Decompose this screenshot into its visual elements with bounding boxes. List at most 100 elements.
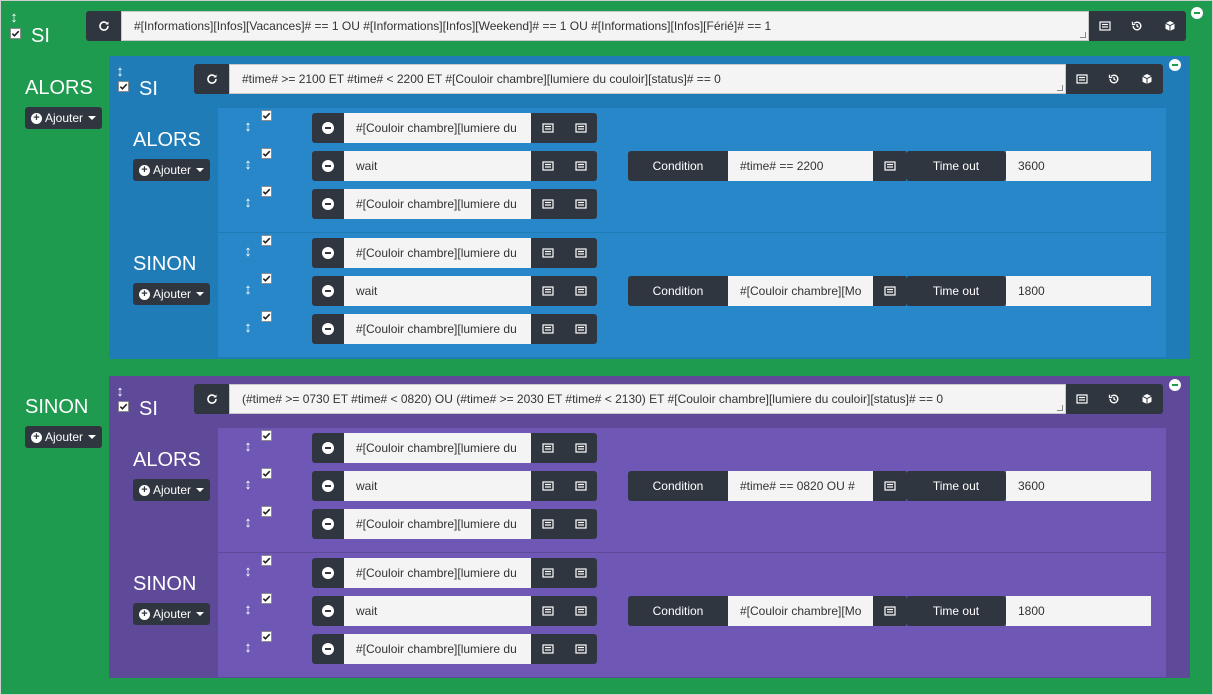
resize-handle[interactable] — [1080, 32, 1086, 38]
sort-icon[interactable]: ↕ — [243, 157, 253, 173]
timeout-input[interactable]: 3600 — [1006, 471, 1151, 501]
timeout-input[interactable]: 3600 — [1006, 151, 1151, 181]
wait-condition-button[interactable] — [873, 151, 906, 181]
enable-checkbox[interactable] — [261, 631, 272, 642]
sort-icon[interactable]: ↕ — [243, 195, 253, 211]
enable-checkbox[interactable] — [261, 555, 272, 566]
action-input[interactable]: #[Couloir chambre][lumiere du — [344, 433, 531, 463]
action-list-button[interactable] — [531, 509, 564, 539]
resize-handle[interactable] — [1057, 405, 1063, 411]
sort-icon[interactable]: ↕ — [115, 64, 125, 80]
add-button[interactable]: + Ajouter — [133, 283, 211, 305]
wait-condition-button[interactable] — [873, 276, 906, 306]
condition-input[interactable]: (#time# >= 0730 ET #time# < 0820) OU (#t… — [229, 384, 1066, 414]
action-list-button[interactable] — [531, 596, 564, 626]
sort-icon[interactable]: ↕ — [243, 244, 253, 260]
enable-checkbox[interactable] — [118, 81, 129, 92]
wait-condition-button[interactable] — [873, 471, 906, 501]
add-button[interactable]: + Ajouter — [133, 479, 211, 501]
action-options-button[interactable] — [564, 471, 597, 501]
refresh-button[interactable] — [194, 64, 229, 94]
remove-action-button[interactable] — [312, 509, 344, 539]
action-input[interactable]: #[Couloir chambre][lumiere du — [344, 189, 531, 219]
wait-condition-input[interactable]: #time# == 0820 OU # — [728, 471, 873, 501]
remove-action-button[interactable] — [312, 433, 344, 463]
action-input[interactable]: #[Couloir chambre][lumiere du — [344, 314, 531, 344]
refresh-button[interactable] — [86, 11, 121, 41]
action-list-button[interactable] — [531, 433, 564, 463]
sort-icon[interactable]: ↕ — [243, 602, 253, 618]
condition-input[interactable]: #[Informations][Infos][Vacances]# == 1 O… — [121, 11, 1089, 41]
object-button[interactable] — [1130, 64, 1163, 94]
sort-icon[interactable]: ↕ — [243, 320, 253, 336]
sort-icon[interactable]: ↕ — [243, 564, 253, 580]
action-options-button[interactable] — [564, 634, 597, 664]
sort-icon[interactable]: ↕ — [243, 477, 253, 493]
remove-action-button[interactable] — [312, 471, 344, 501]
sort-icon[interactable]: ↕ — [115, 384, 125, 400]
sort-icon[interactable]: ↕ — [243, 439, 253, 455]
action-list-button[interactable] — [531, 113, 564, 143]
enable-checkbox[interactable] — [261, 506, 272, 517]
action-options-button[interactable] — [564, 189, 597, 219]
remove-action-button[interactable] — [312, 189, 344, 219]
sort-icon[interactable]: ↕ — [9, 10, 19, 26]
timeout-input[interactable]: 1800 — [1006, 596, 1151, 626]
object-button[interactable] — [1153, 11, 1186, 41]
history-button[interactable] — [1098, 384, 1130, 414]
sort-icon[interactable]: ↕ — [243, 282, 253, 298]
wait-condition-input[interactable]: #[Couloir chambre][Mo — [728, 276, 873, 306]
wait-condition-button[interactable] — [873, 596, 906, 626]
action-list-button[interactable] — [531, 151, 564, 181]
enable-checkbox[interactable] — [261, 273, 272, 284]
remove-icon[interactable] — [1169, 379, 1181, 391]
action-list-button[interactable] — [531, 238, 564, 268]
action-options-button[interactable] — [564, 276, 597, 306]
enable-checkbox[interactable] — [261, 110, 272, 121]
action-options-button[interactable] — [564, 151, 597, 181]
resize-handle[interactable] — [1057, 85, 1063, 91]
action-options-button[interactable] — [564, 433, 597, 463]
enable-checkbox[interactable] — [261, 593, 272, 604]
expression-button[interactable] — [1066, 384, 1098, 414]
action-list-button[interactable] — [531, 189, 564, 219]
remove-action-button[interactable] — [312, 276, 344, 306]
enable-checkbox[interactable] — [261, 235, 272, 246]
refresh-button[interactable] — [194, 384, 229, 414]
expression-button[interactable] — [1066, 64, 1098, 94]
action-input[interactable]: #[Couloir chambre][lumiere du — [344, 634, 531, 664]
action-input[interactable]: wait — [344, 471, 531, 501]
action-options-button[interactable] — [564, 509, 597, 539]
enable-checkbox[interactable] — [10, 28, 21, 39]
remove-action-button[interactable] — [312, 151, 344, 181]
remove-icon[interactable] — [1191, 7, 1203, 19]
add-button[interactable]: + Ajouter — [25, 107, 103, 129]
action-list-button[interactable] — [531, 314, 564, 344]
remove-action-button[interactable] — [312, 558, 344, 588]
sort-icon[interactable]: ↕ — [243, 119, 253, 135]
add-button[interactable]: + Ajouter — [133, 159, 211, 181]
timeout-input[interactable]: 1800 — [1006, 276, 1151, 306]
add-button[interactable]: + Ajouter — [25, 426, 103, 448]
remove-icon[interactable] — [1169, 59, 1181, 71]
object-button[interactable] — [1130, 384, 1163, 414]
action-input[interactable]: wait — [344, 151, 531, 181]
action-list-button[interactable] — [531, 634, 564, 664]
enable-checkbox[interactable] — [261, 311, 272, 322]
enable-checkbox[interactable] — [118, 401, 129, 412]
remove-action-button[interactable] — [312, 238, 344, 268]
action-input[interactable]: wait — [344, 596, 531, 626]
action-input[interactable]: wait — [344, 276, 531, 306]
expression-button[interactable] — [1089, 11, 1121, 41]
enable-checkbox[interactable] — [261, 148, 272, 159]
action-options-button[interactable] — [564, 238, 597, 268]
action-input[interactable]: #[Couloir chambre][lumiere du — [344, 509, 531, 539]
history-button[interactable] — [1121, 11, 1153, 41]
action-options-button[interactable] — [564, 113, 597, 143]
action-input[interactable]: #[Couloir chambre][lumiere du — [344, 558, 531, 588]
enable-checkbox[interactable] — [261, 468, 272, 479]
action-options-button[interactable] — [564, 314, 597, 344]
action-list-button[interactable] — [531, 471, 564, 501]
remove-action-button[interactable] — [312, 634, 344, 664]
action-options-button[interactable] — [564, 558, 597, 588]
